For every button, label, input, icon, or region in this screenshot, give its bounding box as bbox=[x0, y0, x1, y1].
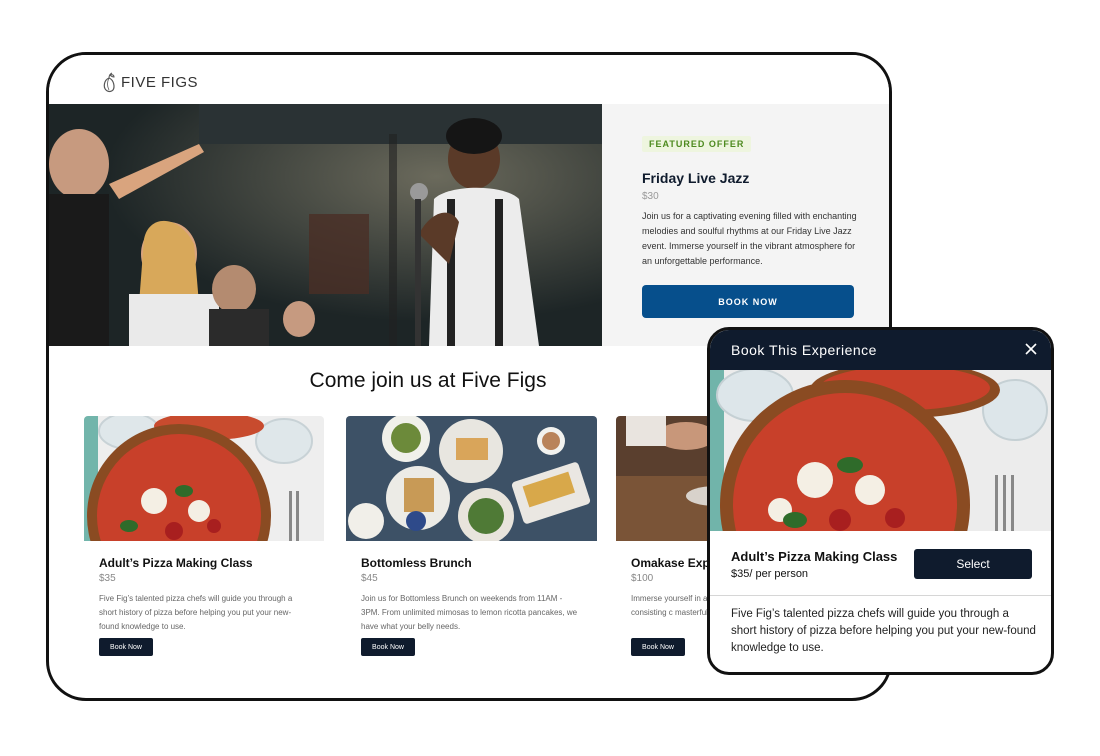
card-title: Bottomless Brunch bbox=[361, 556, 472, 570]
section-heading-text: Come join us at Five Figs bbox=[309, 369, 547, 392]
experience-card: Adult’s Pizza Making Class $35 Five Fig’… bbox=[84, 416, 324, 666]
divider bbox=[710, 595, 1051, 596]
booking-modal: Book This Experience Adult’s Pizza Makin… bbox=[707, 327, 1054, 675]
modal-item-title: Adult’s Pizza Making Class bbox=[731, 549, 898, 564]
card-description: Five Fig’s talented pizza chefs will gui… bbox=[99, 594, 293, 631]
card-price: $100 bbox=[631, 573, 654, 584]
brunch-illustration bbox=[346, 416, 597, 541]
book-now-button[interactable]: BOOK NOW bbox=[642, 285, 854, 318]
close-icon[interactable] bbox=[1023, 341, 1039, 357]
book-now-button[interactable]: Book Now bbox=[99, 638, 153, 656]
fig-logo-icon bbox=[103, 72, 115, 93]
card-price: $35 bbox=[99, 573, 116, 584]
book-now-button[interactable]: Book Now bbox=[361, 638, 415, 656]
live-jazz-photo bbox=[49, 104, 602, 346]
modal-title: Book This Experience bbox=[731, 342, 877, 358]
pizza-photo bbox=[710, 370, 1051, 531]
experience-card: Bottomless Brunch $45 Join us for Bottom… bbox=[346, 416, 597, 666]
modal-item-price: $35/ per person bbox=[731, 568, 809, 580]
featured-offer-panel: FEATURED OFFER Friday Live Jazz $30 Join… bbox=[602, 104, 889, 346]
pizza-illustration bbox=[710, 370, 1051, 531]
modal-description: Five Fig’s talented pizza chefs will gui… bbox=[731, 608, 1036, 654]
brand-logo[interactable]: FIVE FIGS bbox=[101, 71, 198, 93]
card-price: $45 bbox=[361, 573, 378, 584]
card-description: Join us for Bottomless Brunch on weekend… bbox=[361, 594, 578, 631]
card-title: Adult’s Pizza Making Class bbox=[99, 556, 253, 570]
pizza-photo bbox=[84, 416, 324, 541]
brunch-photo bbox=[346, 416, 597, 541]
pizza-illustration bbox=[84, 416, 324, 541]
top-navigation-bar: FIVE FIGS bbox=[49, 55, 889, 105]
hero-photo-illustration bbox=[49, 104, 602, 346]
book-now-button[interactable]: Book Now bbox=[631, 638, 685, 656]
brand-name: FIVE FIGS bbox=[121, 73, 199, 91]
featured-offer-badge: FEATURED OFFER bbox=[642, 136, 752, 152]
offer-price: $30 bbox=[642, 191, 659, 202]
offer-title: Friday Live Jazz bbox=[642, 170, 750, 186]
offer-description: Join us for a captivating evening filled… bbox=[642, 211, 857, 266]
modal-header: Book This Experience bbox=[710, 330, 1051, 370]
select-button[interactable]: Select bbox=[914, 549, 1032, 579]
